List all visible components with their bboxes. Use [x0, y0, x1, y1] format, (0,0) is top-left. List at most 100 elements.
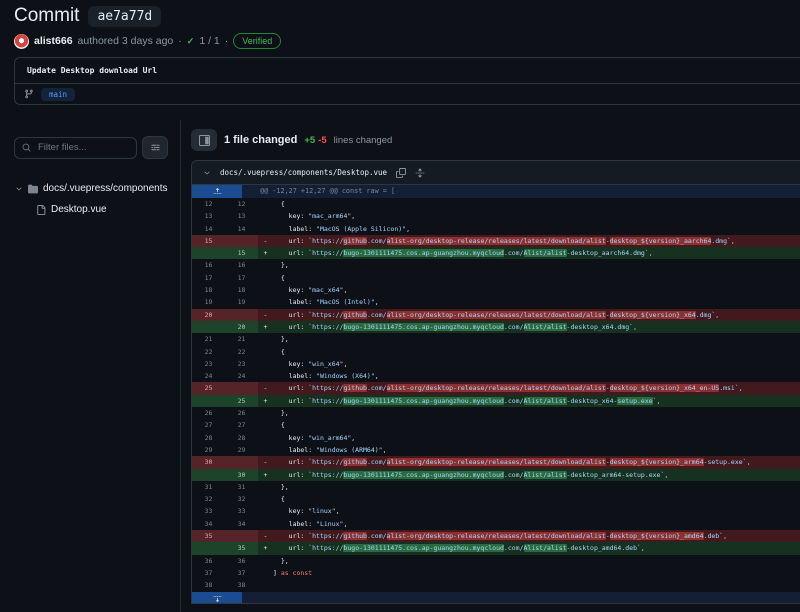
old-line-number[interactable]: 32 [192, 493, 225, 505]
checks-count[interactable]: 1 / 1 [199, 35, 219, 47]
old-line-number[interactable]: 26 [192, 407, 225, 419]
file-icon [36, 205, 46, 215]
tree-folder-row[interactable]: docs/.vuepress/components [0, 178, 180, 199]
code-content: url: `https://github.com/alist-org/deskt… [273, 456, 800, 468]
filter-files-field[interactable] [14, 137, 137, 159]
new-line-number[interactable]: 34 [225, 518, 258, 530]
code-content: url: `https://github.com/alist-org/deskt… [273, 235, 800, 247]
old-line-number[interactable]: 36 [192, 555, 225, 567]
code-segment: , [343, 520, 347, 528]
old-line-number[interactable]: 19 [192, 296, 225, 308]
old-line-number[interactable]: 20 [192, 309, 225, 321]
new-line-number[interactable]: 32 [225, 493, 258, 505]
tree-file-row[interactable]: Desktop.vue [0, 199, 180, 220]
verified-badge[interactable]: Verified [233, 33, 281, 49]
code-segment: as const [281, 569, 312, 577]
copy-path-button[interactable] [396, 168, 406, 178]
filter-options-button[interactable] [142, 136, 168, 159]
diff-marker: + [258, 469, 273, 481]
diff-line: 2121 }, [192, 333, 800, 345]
code-segment: url: [273, 311, 308, 319]
code-segment: .com/ [367, 311, 387, 319]
author-link[interactable]: alist666 [34, 35, 73, 47]
new-line-number[interactable]: 30 [225, 469, 258, 481]
code-segment: bugo-1301111475.cos.ap-guangzhou.myqclou… [343, 471, 503, 479]
old-line-number[interactable]: 25 [192, 382, 225, 394]
new-line-number[interactable]: 37 [225, 567, 258, 579]
new-line-number[interactable]: 23 [225, 358, 258, 370]
new-line-number[interactable]: 36 [225, 555, 258, 567]
expand-down-button[interactable] [192, 592, 242, 605]
branch-label[interactable]: main [41, 88, 75, 101]
old-line-number[interactable]: 31 [192, 481, 225, 493]
old-line-number[interactable]: 27 [192, 419, 225, 431]
new-line-number[interactable]: 38 [225, 579, 258, 591]
code-segment: , [343, 286, 347, 294]
old-line-number[interactable]: 14 [192, 223, 225, 235]
new-line-number[interactable]: 12 [225, 198, 258, 210]
new-line-number[interactable]: 19 [225, 296, 258, 308]
new-line-number[interactable]: 18 [225, 284, 258, 296]
diff-line: 20- url: `https://github.com/alist-org/d… [192, 309, 800, 321]
code-segment: -desktop_aarch64.dmg`, [567, 249, 653, 257]
new-line-number[interactable]: 35 [225, 542, 258, 554]
old-line-number[interactable]: 33 [192, 505, 225, 517]
new-line-number[interactable]: 20 [225, 321, 258, 333]
new-line-number[interactable]: 15 [225, 247, 258, 259]
old-line-number[interactable]: 17 [192, 272, 225, 284]
code-segment: `https:// [308, 397, 343, 405]
diff-line: 1818 key: "mac_x64", [192, 284, 800, 296]
new-line-number[interactable]: 16 [225, 259, 258, 271]
filter-files-input[interactable] [36, 141, 129, 154]
old-line-number[interactable]: 22 [192, 346, 225, 358]
files-changed-label[interactable]: 1 file changed [224, 134, 297, 146]
new-line-number[interactable]: 14 [225, 223, 258, 235]
old-line-number[interactable]: 37 [192, 567, 225, 579]
old-line-number[interactable]: 13 [192, 210, 225, 222]
old-line-number[interactable]: 15 [192, 235, 225, 247]
old-line-number[interactable]: 28 [192, 432, 225, 444]
new-line-number[interactable]: 21 [225, 333, 258, 345]
code-segment: Alist/alist [524, 471, 567, 479]
hunk-header-text: @@ -12,27 +12,27 @@ const raw = [ [242, 185, 395, 198]
code-segment: Alist/alist [524, 323, 567, 331]
new-line-number[interactable]: 22 [225, 346, 258, 358]
diff-marker: - [258, 382, 273, 394]
old-line-number[interactable]: 30 [192, 456, 225, 468]
chevron-down-icon[interactable] [203, 169, 211, 177]
avatar[interactable] [14, 34, 29, 49]
old-line-number[interactable]: 35 [192, 530, 225, 542]
code-content: key: "mac_x64", [273, 284, 800, 296]
new-line-number[interactable]: 28 [225, 432, 258, 444]
new-line-number[interactable]: 31 [225, 481, 258, 493]
code-segment: "MacOS (Intel)" [316, 298, 375, 306]
file-path[interactable]: docs/.vuepress/components/Desktop.vue [220, 168, 387, 177]
old-line-number[interactable]: 18 [192, 284, 225, 296]
old-line-number[interactable]: 38 [192, 579, 225, 591]
code-segment: "Linux" [316, 520, 343, 528]
new-line-number[interactable]: 25 [225, 395, 258, 407]
expand-up-button[interactable] [192, 185, 242, 198]
new-line-number[interactable]: 33 [225, 505, 258, 517]
new-line-number[interactable]: 17 [225, 272, 258, 284]
new-line-number [225, 530, 258, 542]
old-line-number[interactable]: 34 [192, 518, 225, 530]
new-line-number[interactable]: 13 [225, 210, 258, 222]
old-line-number[interactable]: 16 [192, 259, 225, 271]
old-line-number[interactable]: 29 [192, 444, 225, 456]
hunk-row: @@ -12,27 +12,27 @@ const raw = [ [192, 185, 800, 198]
old-line-number[interactable]: 12 [192, 198, 225, 210]
expand-all-button[interactable] [415, 168, 425, 178]
new-line-number[interactable]: 29 [225, 444, 258, 456]
old-line-number[interactable]: 24 [192, 370, 225, 382]
toggle-file-tree-button[interactable] [191, 129, 217, 151]
old-line-number[interactable]: 23 [192, 358, 225, 370]
new-line-number[interactable]: 24 [225, 370, 258, 382]
folder-icon [28, 184, 38, 194]
code-segment: url: [273, 458, 308, 466]
new-line-number[interactable]: 27 [225, 419, 258, 431]
old-line-number[interactable]: 21 [192, 333, 225, 345]
new-line-number[interactable]: 26 [225, 407, 258, 419]
diff-marker [258, 555, 273, 567]
code-segment: .com/ [504, 249, 524, 257]
